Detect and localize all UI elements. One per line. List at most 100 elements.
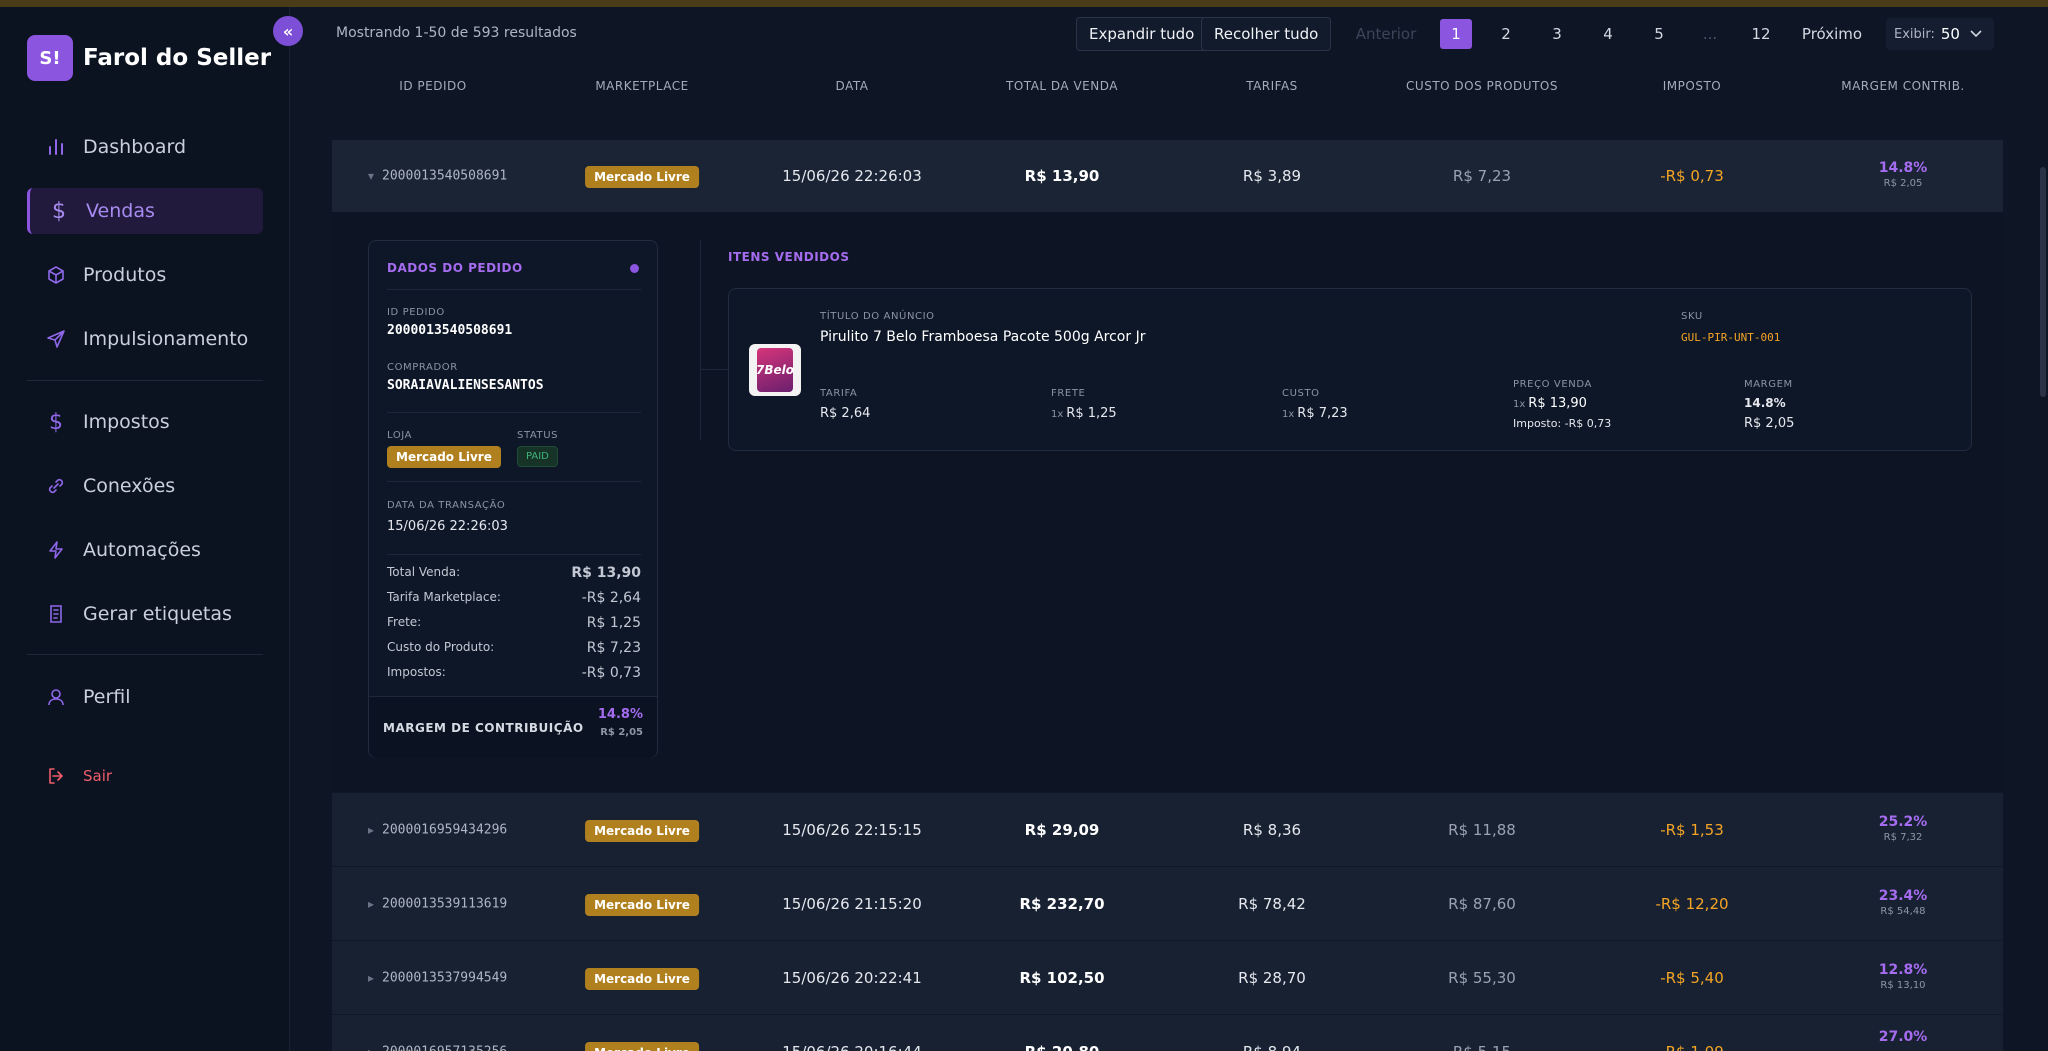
- marketplace-badge: Mercado Livre: [585, 967, 699, 990]
- total-cell: R$ 102,50: [1019, 968, 1105, 987]
- cost-value: R$ 7,23: [1297, 406, 1348, 421]
- table-row[interactable]: ▶ 2000016959434296 Mercado Livre 15/06/26…: [332, 792, 2003, 866]
- caret-right-icon[interactable]: ▶: [368, 973, 374, 984]
- buyer-value: SORAIAVALIENSESANTOS: [387, 378, 544, 393]
- logout-label: Sair: [83, 767, 113, 785]
- pagination-prev[interactable]: Anterior: [1356, 19, 1417, 49]
- send-icon: [45, 328, 67, 350]
- order-data-card: DADOS DO PEDIDO ID PEDIDO 20000135405086…: [368, 240, 658, 758]
- summary-row-cost: Custo do Produto: R$ 7,23: [387, 640, 641, 656]
- listing-title: Pirulito 7 Belo Framboesa Pacote 500g Ar…: [820, 329, 1146, 345]
- scrollbar-thumb[interactable]: [2040, 167, 2046, 397]
- table-row[interactable]: ▶ 2000013537994549 Mercado Livre 15/06/26…: [332, 940, 2003, 1014]
- divider: [387, 289, 641, 290]
- caret-right-icon[interactable]: ▶: [368, 825, 374, 836]
- col-header-tax[interactable]: IMPOSTO: [1663, 79, 1721, 93]
- caret-right-icon[interactable]: ▶: [368, 899, 374, 910]
- sidebar-item-dashboard[interactable]: Dashboard: [27, 124, 263, 170]
- perpage-select[interactable]: Exibir: 50: [1886, 18, 1994, 50]
- cost-label: CUSTO: [1282, 388, 1320, 399]
- col-header-total[interactable]: TOTAL DA VENDA: [1006, 79, 1118, 93]
- top-accent-line: [0, 0, 2048, 7]
- logout-button[interactable]: Sair: [27, 753, 263, 799]
- pagination-page-4[interactable]: 4: [1592, 19, 1624, 49]
- sidebar-item-conexoes[interactable]: Conexões: [27, 463, 263, 509]
- expand-all-button[interactable]: Expandir tudo: [1076, 17, 1208, 51]
- marketplace-cell: Mercado Livre: [585, 166, 699, 188]
- date-cell: 15/06/26 22:26:03: [782, 167, 922, 185]
- sidebar-item-label: Produtos: [83, 264, 167, 286]
- date-cell: 15/06/26 20:22:41: [782, 968, 922, 987]
- margin-cell: 25.2% R$ 7,32: [1879, 814, 1928, 846]
- col-header-fees[interactable]: TARIFAS: [1246, 79, 1298, 93]
- bar-chart-icon: [45, 136, 67, 158]
- caret-right-icon[interactable]: ▶: [368, 1048, 374, 1051]
- tax-cell: -R$ 1,53: [1660, 820, 1724, 839]
- item-margin-value: R$ 2,05: [1744, 416, 1795, 431]
- sidebar-collapse-button[interactable]: «: [273, 16, 303, 46]
- summary-label: Custo do Produto:: [387, 640, 495, 654]
- pagination-page-2[interactable]: 2: [1490, 19, 1522, 49]
- caret-down-icon[interactable]: ▼: [368, 172, 374, 183]
- marketplace-badge: Mercado Livre: [585, 166, 699, 188]
- col-header-margin[interactable]: MARGEM CONTRIB.: [1841, 79, 1965, 93]
- tax-cell: -R$ 1,09: [1660, 1043, 1724, 1051]
- divider: [387, 481, 641, 482]
- order-id-cell: ▶ 2000016959434296: [368, 822, 507, 837]
- pagination-next[interactable]: Próximo: [1792, 19, 1872, 49]
- transaction-date-value: 15/06/26 22:26:03: [387, 519, 508, 534]
- dollar-icon: $: [52, 198, 66, 224]
- sidebar-item-vendas[interactable]: $ Vendas: [27, 188, 263, 234]
- col-header-id[interactable]: ID PEDIDO: [399, 79, 466, 93]
- pagination-ellipsis: ...: [1702, 25, 1718, 43]
- chevron-down-icon: [1970, 27, 1982, 41]
- summary-label: Impostos:: [387, 665, 446, 679]
- margin-percent: 25.2%: [1878, 813, 1928, 830]
- table-row[interactable]: ▶ 2000013539113619 Mercado Livre 15/06/26…: [332, 866, 2003, 940]
- table-row[interactable]: ▼ 2000013540508691 Mercado Livre 15/06/26…: [332, 140, 2003, 212]
- pagination-page-1[interactable]: 1: [1440, 19, 1472, 49]
- sidebar-item-label: Conexões: [83, 475, 176, 497]
- price-label: PREÇO VENDA: [1513, 379, 1592, 390]
- sidebar-item-label: Impostos: [83, 411, 170, 433]
- perpage-label: Exibir:: [1894, 26, 1935, 42]
- col-header-marketplace[interactable]: MARKETPLACE: [595, 79, 688, 93]
- item-margin-percent: 14.8%: [1744, 396, 1786, 410]
- sidebar-item-perfil[interactable]: Perfil: [27, 674, 263, 720]
- col-header-date[interactable]: DATA: [836, 79, 869, 93]
- product-image: 7Belo: [756, 348, 794, 392]
- order-id: 2000013540508691: [382, 168, 508, 184]
- brand-logo: S!: [27, 35, 73, 81]
- pagination-page-12[interactable]: 12: [1745, 19, 1777, 49]
- sidebar-item-impostos[interactable]: $ Impostos: [27, 399, 263, 445]
- tax-cell: -R$ 12,20: [1655, 894, 1729, 913]
- marketplace-badge: Mercado Livre: [585, 893, 699, 916]
- margin-footer: MARGEM DE CONTRIBUIÇÃO 14.8% R$ 2,05: [369, 696, 657, 758]
- link-icon: [45, 475, 67, 497]
- table-row[interactable]: ▶ 2000016957135256 Mercado Livre 15/06/26…: [332, 1014, 2003, 1051]
- sidebar-item-impulsionamento[interactable]: Impulsionamento: [27, 316, 263, 362]
- sidebar-item-produtos[interactable]: Produtos: [27, 252, 263, 298]
- sidebar-item-automacoes[interactable]: Automações: [27, 527, 263, 573]
- product-thumbnail: 7Belo: [749, 344, 801, 396]
- store-badge: Mercado Livre: [387, 446, 501, 468]
- freight-qty: 1x: [1051, 409, 1064, 420]
- margin-value: R$ 2,05: [1883, 178, 1923, 189]
- nav-divider: [27, 380, 263, 381]
- pagination-page-5[interactable]: 5: [1643, 19, 1675, 49]
- sidebar-item-gerar-etiquetas[interactable]: Gerar etiquetas: [27, 591, 263, 637]
- col-header-cost[interactable]: CUSTO DOS PRODUTOS: [1406, 79, 1558, 93]
- margin-percent: 12.8%: [1878, 961, 1928, 978]
- pagination-page-3[interactable]: 3: [1541, 19, 1573, 49]
- cost-cell: R$ 11,88: [1448, 820, 1516, 839]
- fees-cell: R$ 8,94: [1243, 1043, 1301, 1051]
- margin-percent: 14.8%: [1878, 160, 1928, 176]
- price-value-wrap: 1x R$ 13,90: [1513, 396, 1587, 411]
- cost-value-wrap: 1x R$ 7,23: [1282, 406, 1348, 421]
- date-cell: 15/06/26 21:15:20: [782, 894, 922, 913]
- perpage-value: 50: [1940, 25, 1960, 43]
- table-header: ID PEDIDO MARKETPLACE DATA TOTAL DA VEND…: [332, 79, 2003, 119]
- status-label: STATUS: [517, 430, 559, 441]
- collapse-all-button[interactable]: Recolher tudo: [1201, 17, 1332, 51]
- brand[interactable]: S! Farol do Seller: [27, 35, 271, 81]
